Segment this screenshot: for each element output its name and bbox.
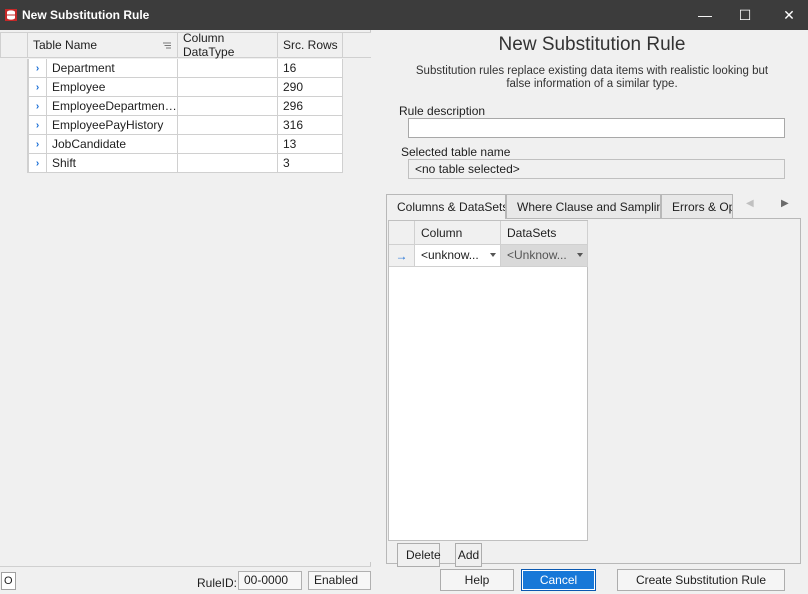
selected-table-label: Selected table name: [401, 145, 511, 159]
datasets-select[interactable]: <Unknow...: [501, 245, 588, 267]
database-app-icon: [5, 9, 17, 21]
column-select[interactable]: <unknow...: [415, 245, 501, 267]
grid-corner: [0, 32, 28, 58]
src-rows-cell[interactable]: 316: [278, 116, 343, 135]
tab-scroll-left-icon[interactable]: ◀: [746, 198, 754, 209]
selected-table-field: <no table selected>: [408, 159, 785, 179]
help-button[interactable]: Help: [440, 569, 514, 591]
table-name-cell[interactable]: Employee: [47, 78, 178, 97]
table-name-cell[interactable]: EmployeePayHistory: [47, 116, 178, 135]
title-bar: New Substitution Rule — ☐ ✕: [0, 0, 808, 30]
table-row[interactable]: › JobCandidate 13: [0, 135, 343, 154]
tab-where-clause[interactable]: Where Clause and Sampling: [506, 194, 661, 219]
tab-columns-datasets[interactable]: Columns & DataSets: [386, 194, 506, 219]
maximize-button[interactable]: ☐: [722, 0, 768, 30]
src-rows-cell[interactable]: 296: [278, 97, 343, 116]
create-rule-button[interactable]: Create Substitution Rule: [617, 569, 785, 591]
src-rows-cell[interactable]: 13: [278, 135, 343, 154]
status-bar: O RuleID: 00-0000 Enabled: [0, 566, 371, 594]
rule-description-label: Rule description: [399, 104, 486, 118]
table-row[interactable]: › Department 16: [0, 59, 343, 78]
expand-chevron-icon[interactable]: ›: [28, 135, 47, 154]
window-title: New Substitution Rule: [22, 8, 150, 22]
expand-chevron-icon[interactable]: ›: [28, 59, 47, 78]
tab-scroll-right-icon[interactable]: ▶: [781, 198, 789, 209]
add-button[interactable]: Add: [455, 543, 482, 567]
expand-chevron-icon[interactable]: ›: [28, 78, 47, 97]
expand-chevron-icon[interactable]: ›: [28, 154, 47, 173]
ruleid-value: 00-0000: [238, 571, 302, 590]
expand-chevron-icon[interactable]: ›: [28, 116, 47, 135]
rule-description-input[interactable]: [408, 118, 785, 138]
src-rows-cell[interactable]: 290: [278, 78, 343, 97]
column-header-datatype[interactable]: Column DataType: [178, 31, 278, 59]
status-indicator[interactable]: O: [1, 572, 16, 590]
tab-strip: Columns & DataSets Where Clause and Samp…: [386, 194, 808, 219]
table-name-cell[interactable]: JobCandidate: [47, 135, 178, 154]
column-header-table-name[interactable]: Table Name: [28, 32, 178, 58]
close-button[interactable]: ✕: [766, 0, 808, 30]
column-header-src-rows[interactable]: Src. Rows: [278, 32, 343, 58]
src-rows-cell[interactable]: 16: [278, 59, 343, 78]
chevron-down-icon[interactable]: [577, 253, 583, 257]
page-title: New Substitution Rule: [498, 34, 686, 55]
table-name-cell[interactable]: Shift: [47, 154, 178, 173]
ruleid-label: RuleID:: [197, 576, 238, 590]
table-row[interactable]: › Shift 3: [0, 154, 343, 173]
column-select-value: <unknow...: [421, 248, 479, 262]
datatype-cell[interactable]: [178, 97, 278, 116]
sort-icon: [163, 42, 171, 49]
cancel-button[interactable]: Cancel: [521, 569, 596, 591]
rule-form-panel: New Substitution Rule Substitution rules…: [386, 30, 808, 594]
header-label: Table Name: [33, 38, 98, 52]
grid-header-filler: [343, 32, 371, 58]
tab-content-columns: Column DataSets → <unknow... <Unknow... …: [386, 218, 801, 567]
datatype-cell[interactable]: [178, 154, 278, 173]
form-description: Substitution rules replace existing data…: [415, 65, 769, 90]
table-row[interactable]: → <unknow... <Unknow...: [389, 245, 589, 267]
column-header-datasets[interactable]: DataSets: [501, 221, 588, 245]
datatype-cell[interactable]: [178, 78, 278, 97]
datasets-select-value: <Unknow...: [507, 248, 567, 262]
chevron-down-icon[interactable]: [490, 253, 496, 257]
delete-button[interactable]: Delete: [397, 543, 441, 567]
table-grid: Table Name Column DataType Src. Rows › D…: [0, 31, 371, 562]
columns-grid: Column DataSets → <unknow... <Unknow...: [388, 220, 588, 541]
table-row[interactable]: › EmployeePayHistory 316: [0, 116, 343, 135]
datatype-cell[interactable]: [178, 59, 278, 78]
src-rows-cell[interactable]: 3: [278, 154, 343, 173]
rule-state-field[interactable]: Enabled: [308, 571, 371, 590]
table-list-panel: Table Name Column DataType Src. Rows › D…: [0, 30, 371, 594]
table-name-cell[interactable]: EmployeeDepartment...: [47, 97, 178, 116]
datatype-cell[interactable]: [178, 135, 278, 154]
tab-errors-options[interactable]: Errors & Options: [661, 194, 733, 219]
grid-corner: [389, 221, 415, 245]
table-name-cell[interactable]: Department: [47, 59, 178, 78]
current-row-arrow-icon: →: [389, 245, 415, 267]
table-row[interactable]: › Employee 290: [0, 78, 343, 97]
datatype-cell[interactable]: [178, 116, 278, 135]
table-row[interactable]: › EmployeeDepartment... 296: [0, 97, 343, 116]
column-header-column[interactable]: Column: [415, 221, 501, 245]
expand-chevron-icon[interactable]: ›: [28, 97, 47, 116]
